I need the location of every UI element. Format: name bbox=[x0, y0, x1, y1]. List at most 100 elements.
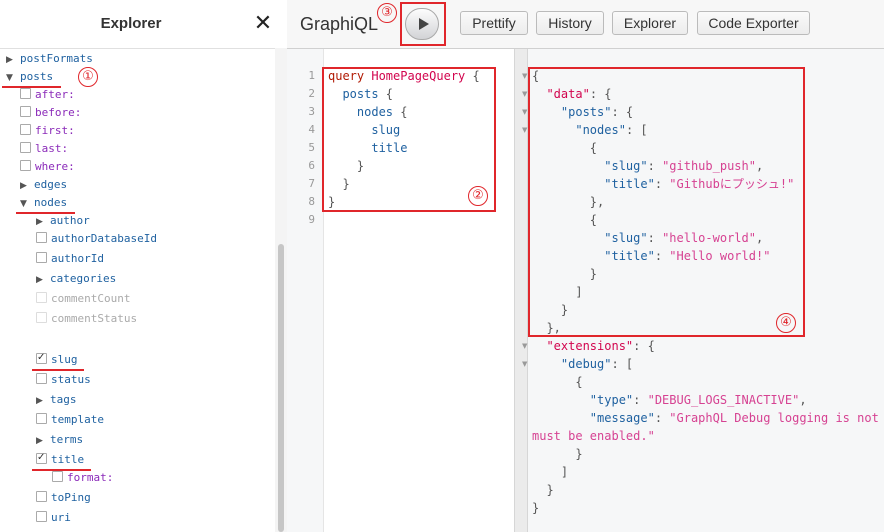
query-token: } bbox=[328, 159, 365, 173]
explorer-item-label: title bbox=[51, 453, 85, 466]
explorer-item-template[interactable]: template bbox=[36, 411, 104, 429]
result-token: "data" bbox=[546, 87, 590, 101]
explorer-item-categories[interactable]: ▶ categories bbox=[36, 270, 116, 288]
expand-arrow-icon[interactable]: ▶ bbox=[20, 177, 30, 195]
explorer-item-before[interactable]: before: bbox=[20, 104, 81, 122]
explorer-item-commentcount[interactable]: commentCount bbox=[36, 290, 130, 308]
collapse-arrow-icon[interactable]: ▼ bbox=[20, 195, 30, 213]
explorer-item-uri[interactable]: uri bbox=[36, 509, 71, 527]
result-token bbox=[532, 105, 561, 119]
result-token: , bbox=[799, 393, 807, 407]
result-token: : bbox=[654, 411, 670, 425]
result-line: } bbox=[532, 301, 568, 319]
result-token: }, bbox=[532, 195, 605, 209]
result-token: "GraphQL Debug logging is not bbox=[669, 411, 879, 425]
result-token: : [ bbox=[611, 357, 634, 371]
explorer-item-status[interactable]: status bbox=[36, 371, 91, 389]
explorer-item-edges[interactable]: ▶ edges bbox=[20, 176, 67, 194]
query-token: HomePageQuery bbox=[371, 69, 466, 83]
explorer-item-nodes[interactable]: ▼ nodes bbox=[20, 194, 67, 212]
explorer-item-postformats[interactable]: ▶ postFormats bbox=[6, 50, 93, 68]
result-token: : bbox=[654, 249, 670, 263]
query-token bbox=[328, 123, 371, 137]
query-token: { bbox=[465, 69, 480, 83]
collapse-arrow-icon[interactable]: ▼ bbox=[6, 69, 16, 87]
result-token: } bbox=[532, 483, 554, 497]
expand-arrow-icon[interactable]: ▶ bbox=[36, 271, 46, 289]
execute-query-button[interactable] bbox=[405, 8, 439, 40]
checkbox-icon[interactable] bbox=[20, 124, 31, 135]
explorer-scrollbar[interactable] bbox=[275, 48, 287, 532]
result-token bbox=[532, 411, 590, 425]
query-line-number: 3 bbox=[308, 105, 315, 118]
checkbox-icon[interactable] bbox=[20, 142, 31, 153]
query-line-number: 8 bbox=[308, 195, 315, 208]
result-line: ] bbox=[532, 463, 568, 481]
explorer-item-authordatabaseid[interactable]: authorDatabaseId bbox=[36, 230, 157, 248]
explorer-item-terms[interactable]: ▶ terms bbox=[36, 431, 83, 449]
expand-arrow-icon[interactable]: ▶ bbox=[36, 392, 46, 410]
checkbox-icon[interactable] bbox=[36, 413, 47, 424]
fold-arrow-icon[interactable]: ▼ bbox=[522, 121, 527, 139]
annotation-badge-3: ③ bbox=[377, 3, 397, 23]
explorer-item-first[interactable]: first: bbox=[20, 122, 75, 140]
explorer-item-where[interactable]: where: bbox=[20, 158, 75, 176]
checkbox-icon[interactable] bbox=[20, 88, 31, 99]
checkbox-icon[interactable] bbox=[36, 511, 47, 522]
graphiql-logo: GraphiQL bbox=[300, 14, 379, 34]
explorer-item-label: template bbox=[51, 413, 104, 426]
checkbox-icon[interactable] bbox=[20, 160, 31, 171]
explorer-item-label: before: bbox=[35, 106, 82, 119]
explorer-item-label: postFormats bbox=[20, 52, 93, 65]
result-token: { bbox=[532, 375, 583, 389]
explorer-item-label: edges bbox=[34, 178, 68, 191]
checkbox-icon[interactable] bbox=[36, 491, 47, 502]
checkbox-icon[interactable] bbox=[52, 471, 63, 482]
checkbox-checked-icon[interactable] bbox=[36, 349, 47, 367]
expand-arrow-icon[interactable]: ▶ bbox=[36, 432, 46, 450]
checkbox-checked-icon[interactable] bbox=[36, 449, 47, 467]
explorer-item-author[interactable]: ▶ author bbox=[36, 212, 90, 230]
checkbox-icon[interactable] bbox=[36, 373, 47, 384]
fold-arrow-icon[interactable]: ▼ bbox=[522, 103, 527, 121]
explorer-scrollbar-thumb[interactable] bbox=[278, 244, 284, 532]
fold-arrow-icon[interactable]: ▼ bbox=[522, 85, 527, 103]
explorer-item-label: status bbox=[51, 373, 91, 386]
result-line: "slug": "hello-world", bbox=[532, 229, 763, 247]
explorer-item-authorid[interactable]: authorId bbox=[36, 250, 104, 268]
result-token: { bbox=[532, 213, 598, 227]
explorer-item-toping[interactable]: toPing bbox=[36, 489, 91, 507]
result-token bbox=[532, 339, 546, 353]
checkbox-icon[interactable] bbox=[36, 252, 47, 263]
explorer-item-format[interactable]: format: bbox=[52, 469, 113, 487]
code-exporter-button[interactable]: Code Exporter bbox=[697, 11, 810, 35]
fold-arrow-icon[interactable]: ▼ bbox=[522, 337, 527, 355]
checkbox-icon[interactable] bbox=[36, 232, 47, 243]
explorer-item-title[interactable]: title bbox=[36, 449, 85, 469]
expand-arrow-icon[interactable]: ▶ bbox=[36, 213, 46, 231]
expand-arrow-icon[interactable]: ▶ bbox=[6, 51, 16, 69]
explorer-item-commentstatus[interactable]: commentStatus bbox=[36, 310, 137, 328]
prettify-button[interactable]: Prettify bbox=[460, 11, 528, 35]
explorer-item-tags[interactable]: ▶ tags bbox=[36, 391, 77, 409]
explorer-item-label: author bbox=[50, 214, 90, 227]
close-icon[interactable]: ✕ bbox=[252, 12, 274, 36]
explorer-item-label: format: bbox=[67, 471, 114, 484]
fold-arrow-icon[interactable]: ▼ bbox=[522, 67, 527, 85]
checkbox-icon[interactable] bbox=[36, 312, 47, 323]
explorer-item-posts[interactable]: ▼ posts bbox=[6, 68, 53, 86]
query-line-number: 5 bbox=[308, 141, 315, 154]
explorer-item-after[interactable]: after: bbox=[20, 86, 75, 104]
explorer-item-label: uri bbox=[51, 511, 71, 524]
query-editor[interactable]: query HomePageQuery { posts { nodes { sl… bbox=[324, 49, 514, 532]
result-token: , bbox=[755, 231, 764, 245]
result-token: ] bbox=[532, 465, 569, 479]
checkbox-icon[interactable] bbox=[36, 292, 47, 303]
explorer-toggle-button[interactable]: Explorer bbox=[612, 11, 688, 35]
fold-arrow-icon[interactable]: ▼ bbox=[522, 355, 527, 373]
history-button[interactable]: History bbox=[536, 11, 604, 35]
explorer-item-last[interactable]: last: bbox=[20, 140, 68, 158]
result-token: "title" bbox=[604, 249, 655, 263]
checkbox-icon[interactable] bbox=[20, 106, 31, 117]
explorer-item-slug[interactable]: slug bbox=[36, 349, 78, 369]
